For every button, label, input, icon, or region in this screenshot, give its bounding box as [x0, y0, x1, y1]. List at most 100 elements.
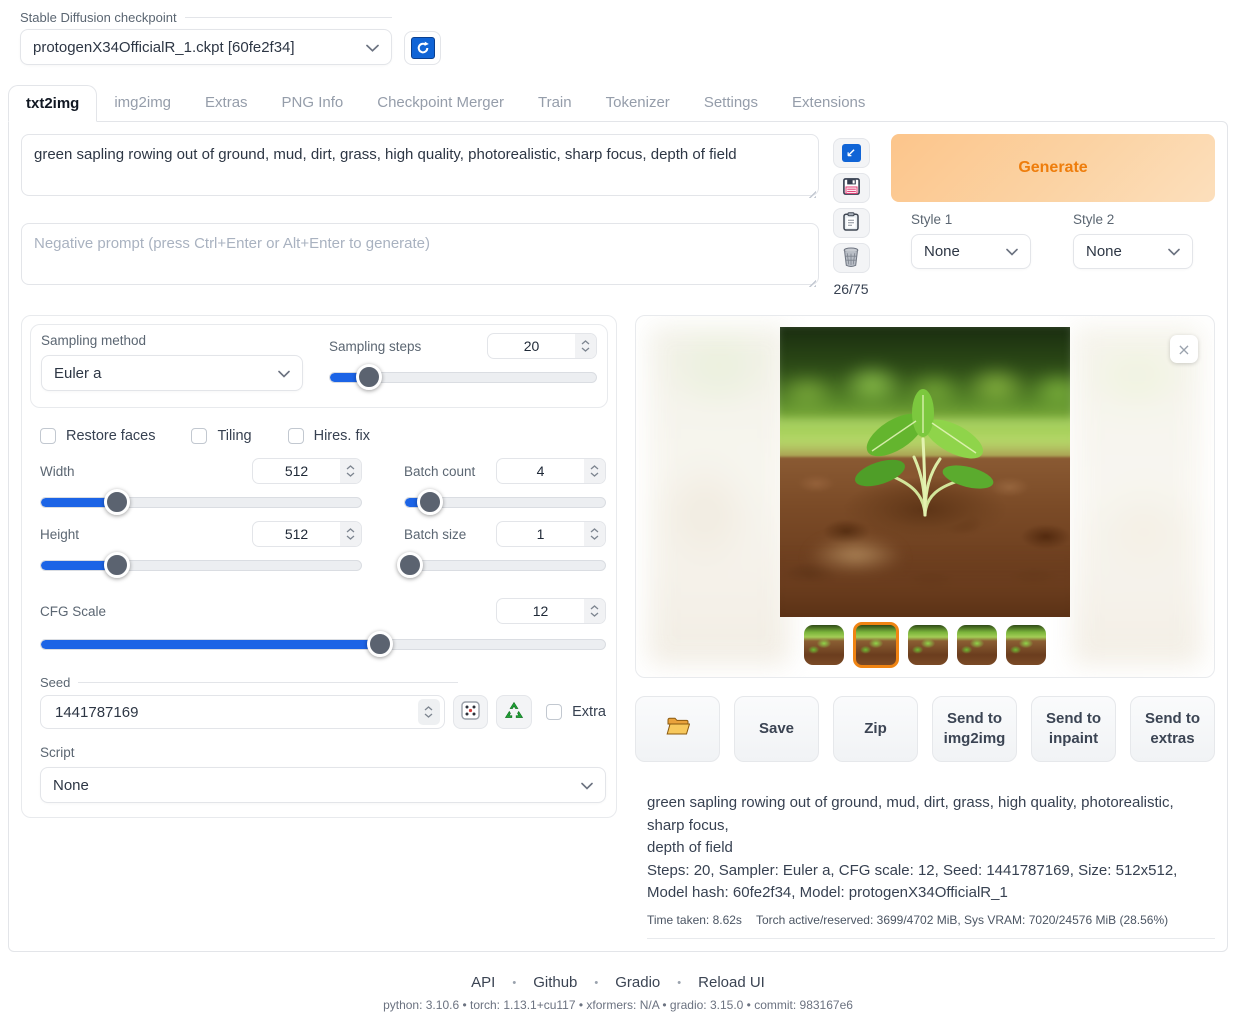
footer-link-api[interactable]: API	[471, 974, 495, 991]
cfg-scale-slider[interactable]	[40, 633, 606, 655]
spinner-icon[interactable]	[340, 522, 361, 546]
prompt-tools: ↙ 26/75	[829, 134, 873, 297]
sapling-illustration	[850, 387, 1000, 517]
spinner-icon[interactable]	[584, 459, 605, 483]
checkpoint-dropdown-value: protogenX34OfficialR_1.ckpt [60fe2f34]	[33, 39, 295, 56]
send-to-img2img-button[interactable]: Send to img2img	[932, 696, 1017, 762]
height-input[interactable]	[252, 521, 362, 547]
gallery-thumbnail-5[interactable]	[1006, 625, 1046, 665]
footer-link-gradio[interactable]: Gradio	[577, 974, 660, 991]
batch-size-label: Batch size	[404, 527, 466, 542]
chevron-down-icon	[581, 777, 593, 794]
spinner-icon[interactable]	[584, 522, 605, 546]
sampling-method-dropdown[interactable]: Euler a	[41, 355, 303, 391]
style1-label: Style 1	[911, 212, 1031, 227]
tab-settings[interactable]: Settings	[687, 85, 775, 121]
negative-prompt-input[interactable]	[21, 223, 819, 285]
width-slider[interactable]	[40, 491, 362, 513]
dice-icon	[461, 701, 480, 723]
batch-size-input[interactable]	[496, 521, 606, 547]
spinner-icon[interactable]	[575, 334, 596, 358]
batch-size-slider[interactable]	[404, 554, 606, 576]
close-icon: ×	[1177, 340, 1190, 359]
tab-extensions[interactable]: Extensions	[775, 85, 882, 121]
random-seed-button[interactable]	[453, 695, 489, 729]
paste-params-button[interactable]: ↙	[833, 138, 870, 168]
version-info: python: 3.10.6 • torch: 1.13.1+cu117 • x…	[8, 998, 1228, 1012]
checkpoint-dropdown[interactable]: protogenX34OfficialR_1.ckpt [60fe2f34]	[20, 29, 392, 65]
generate-button[interactable]: Generate	[891, 134, 1215, 202]
tab-img2img[interactable]: img2img	[97, 85, 188, 121]
sampling-steps-input[interactable]	[487, 333, 597, 359]
checkpoint-label: Stable Diffusion checkpoint	[20, 10, 392, 25]
header: Stable Diffusion checkpoint protogenX34O…	[20, 10, 1216, 65]
open-folder-button[interactable]	[635, 696, 720, 762]
refresh-checkpoints-button[interactable]	[404, 31, 441, 65]
reuse-seed-button[interactable]	[496, 695, 532, 729]
save-style-button[interactable]	[833, 173, 870, 203]
style2-label: Style 2	[1073, 212, 1193, 227]
tab-txt2img[interactable]: txt2img	[8, 85, 97, 122]
gallery-thumbnail-1[interactable]	[804, 625, 844, 665]
tab-png-info[interactable]: PNG Info	[265, 85, 361, 121]
extra-seed-checkbox[interactable]: Extra	[546, 704, 606, 720]
spinner-icon[interactable]	[584, 599, 605, 623]
width-input[interactable]	[252, 458, 362, 484]
script-dropdown[interactable]: None	[40, 767, 606, 803]
performance-info: Time taken: 8.62sTorch active/reserved: …	[647, 911, 1215, 939]
chevron-down-icon	[278, 365, 290, 382]
floppy-disk-icon	[843, 178, 860, 198]
generation-settings: Sampling method Euler a Sampling steps	[21, 315, 617, 818]
clear-prompt-button[interactable]	[833, 243, 870, 273]
apply-style-button[interactable]	[833, 208, 870, 238]
sampling-steps-label: Sampling steps	[329, 339, 421, 354]
gallery-thumbnail-4[interactable]	[957, 625, 997, 665]
tab-extras[interactable]: Extras	[188, 85, 265, 121]
close-gallery-button[interactable]: ×	[1170, 335, 1198, 363]
footer-link-github[interactable]: Github	[495, 974, 577, 991]
batch-count-input[interactable]	[496, 458, 606, 484]
tiling-checkbox[interactable]: Tiling	[191, 428, 251, 444]
generation-info: green sapling rowing out of ground, mud,…	[635, 792, 1215, 939]
sampling-steps-slider[interactable]	[329, 366, 597, 388]
chevron-down-icon	[1168, 243, 1180, 260]
height-slider[interactable]	[40, 554, 362, 576]
spinner-icon[interactable]	[418, 699, 440, 725]
thumbnail-strip	[804, 622, 1046, 668]
tab-tokenizer[interactable]: Tokenizer	[589, 85, 687, 121]
restore-faces-checkbox[interactable]: Restore faces	[40, 428, 155, 444]
output-params-text: Steps: 20, Sampler: Euler a, CFG scale: …	[647, 860, 1215, 905]
footer-link-reload-ui[interactable]: Reload UI	[660, 974, 765, 991]
gallery-blur-backdrop	[1072, 326, 1202, 665]
cfg-scale-input[interactable]	[496, 598, 606, 624]
sampling-method-label: Sampling method	[41, 333, 303, 348]
zip-button[interactable]: Zip	[833, 696, 918, 762]
style1-dropdown[interactable]: None	[911, 234, 1031, 269]
generated-image[interactable]	[780, 327, 1070, 617]
send-to-extras-button[interactable]: Send to extras	[1130, 696, 1215, 762]
txt2img-panel: green sapling rowing out of ground, mud,…	[8, 121, 1228, 952]
spinner-icon[interactable]	[340, 459, 361, 483]
height-label: Height	[40, 527, 79, 542]
output-prompt-text: green sapling rowing out of ground, mud,…	[647, 792, 1215, 837]
image-actions: Save Zip Send to img2img Send to inpaint…	[635, 696, 1215, 762]
gallery-thumbnail-3[interactable]	[908, 625, 948, 665]
folder-icon	[666, 716, 690, 742]
chevron-down-icon	[1006, 243, 1018, 260]
tab-train[interactable]: Train	[521, 85, 589, 121]
style2-dropdown[interactable]: None	[1073, 234, 1193, 269]
script-label: Script	[40, 745, 606, 760]
batch-count-slider[interactable]	[404, 491, 606, 513]
tab-checkpoint-merger[interactable]: Checkpoint Merger	[360, 85, 521, 121]
gallery-thumbnail-2-selected[interactable]	[853, 622, 899, 668]
token-counter: 26/75	[833, 281, 868, 297]
seed-label: Seed	[40, 675, 458, 690]
seed-input[interactable]	[40, 695, 445, 729]
batch-count-label: Batch count	[404, 464, 475, 479]
trash-icon	[842, 247, 860, 270]
sd-webui-app: Stable Diffusion checkpoint protogenX34O…	[0, 0, 1236, 1012]
save-button[interactable]: Save	[734, 696, 819, 762]
send-to-inpaint-button[interactable]: Send to inpaint	[1031, 696, 1116, 762]
prompt-input[interactable]: green sapling rowing out of ground, mud,…	[21, 134, 819, 196]
hires-fix-checkbox[interactable]: Hires. fix	[288, 428, 370, 444]
